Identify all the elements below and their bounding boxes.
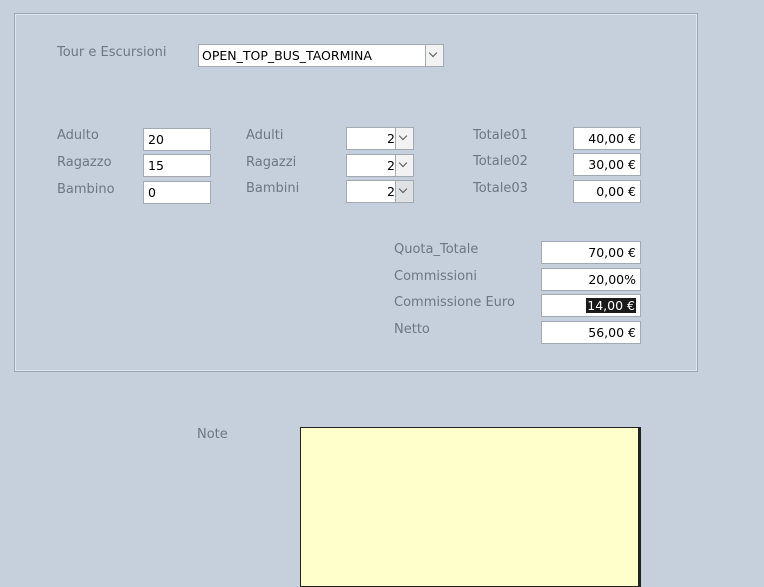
quota-totale-field[interactable]: 70,00 € xyxy=(541,241,641,264)
chevron-down-icon xyxy=(398,184,408,194)
total-field-02[interactable]: 30,00 € xyxy=(573,153,641,176)
commissione-euro-label: Commissione Euro xyxy=(394,295,515,310)
commissioni-field[interactable]: 20,00% xyxy=(541,268,641,291)
count-dropdown-adulti-button[interactable] xyxy=(395,128,413,149)
count-dropdown-bambini[interactable]: 2 xyxy=(346,180,414,203)
tour-dropdown[interactable]: OPEN_TOP_BUS_TAORMINA xyxy=(198,44,444,67)
price-label-bambino: Bambino xyxy=(57,182,115,197)
commissione-euro-field[interactable]: 14,00 € xyxy=(541,294,641,317)
count-dropdown-ragazzi-button[interactable] xyxy=(395,155,413,176)
price-label-adulto: Adulto xyxy=(57,128,99,143)
total-label-02: Totale02 xyxy=(473,154,528,169)
count-dropdown-adulti[interactable]: 2 xyxy=(346,127,414,150)
count-dropdown-bambini-button[interactable] xyxy=(395,181,413,202)
count-label-ragazzi: Ragazzi xyxy=(246,155,297,170)
price-label-ragazzo: Ragazzo xyxy=(57,155,112,170)
price-input-adulto[interactable]: 20 xyxy=(143,128,211,151)
count-dropdown-ragazzi[interactable]: 2 xyxy=(346,154,414,177)
price-input-ragazzo[interactable]: 15 xyxy=(143,154,211,177)
chevron-down-icon xyxy=(428,48,438,58)
note-label: Note xyxy=(197,427,228,442)
tour-label: Tour e Escursioni xyxy=(57,45,167,60)
total-label-03: Totale03 xyxy=(473,181,528,196)
netto-label: Netto xyxy=(394,322,430,337)
quota-totale-label: Quota_Totale xyxy=(394,242,479,257)
count-value-adulti: 2 xyxy=(387,131,395,146)
count-label-adulti: Adulti xyxy=(246,128,284,143)
chevron-down-icon xyxy=(398,131,408,141)
chevron-down-icon xyxy=(398,158,408,168)
count-label-bambini: Bambini xyxy=(246,181,300,196)
count-value-bambini: 2 xyxy=(387,184,395,199)
count-value-ragazzi: 2 xyxy=(387,158,395,173)
tour-dropdown-button[interactable] xyxy=(425,45,443,66)
note-textarea[interactable] xyxy=(300,427,639,587)
total-field-01[interactable]: 40,00 € xyxy=(573,127,641,150)
commissioni-label: Commissioni xyxy=(394,269,477,284)
price-input-bambino[interactable]: 0 xyxy=(143,181,211,204)
total-field-03[interactable]: 0,00 € xyxy=(573,180,641,203)
netto-field[interactable]: 56,00 € xyxy=(541,321,641,344)
tour-dropdown-value: OPEN_TOP_BUS_TAORMINA xyxy=(202,48,372,63)
total-label-01: Totale01 xyxy=(473,128,528,143)
commissione-euro-selected-text: 14,00 € xyxy=(586,298,636,313)
